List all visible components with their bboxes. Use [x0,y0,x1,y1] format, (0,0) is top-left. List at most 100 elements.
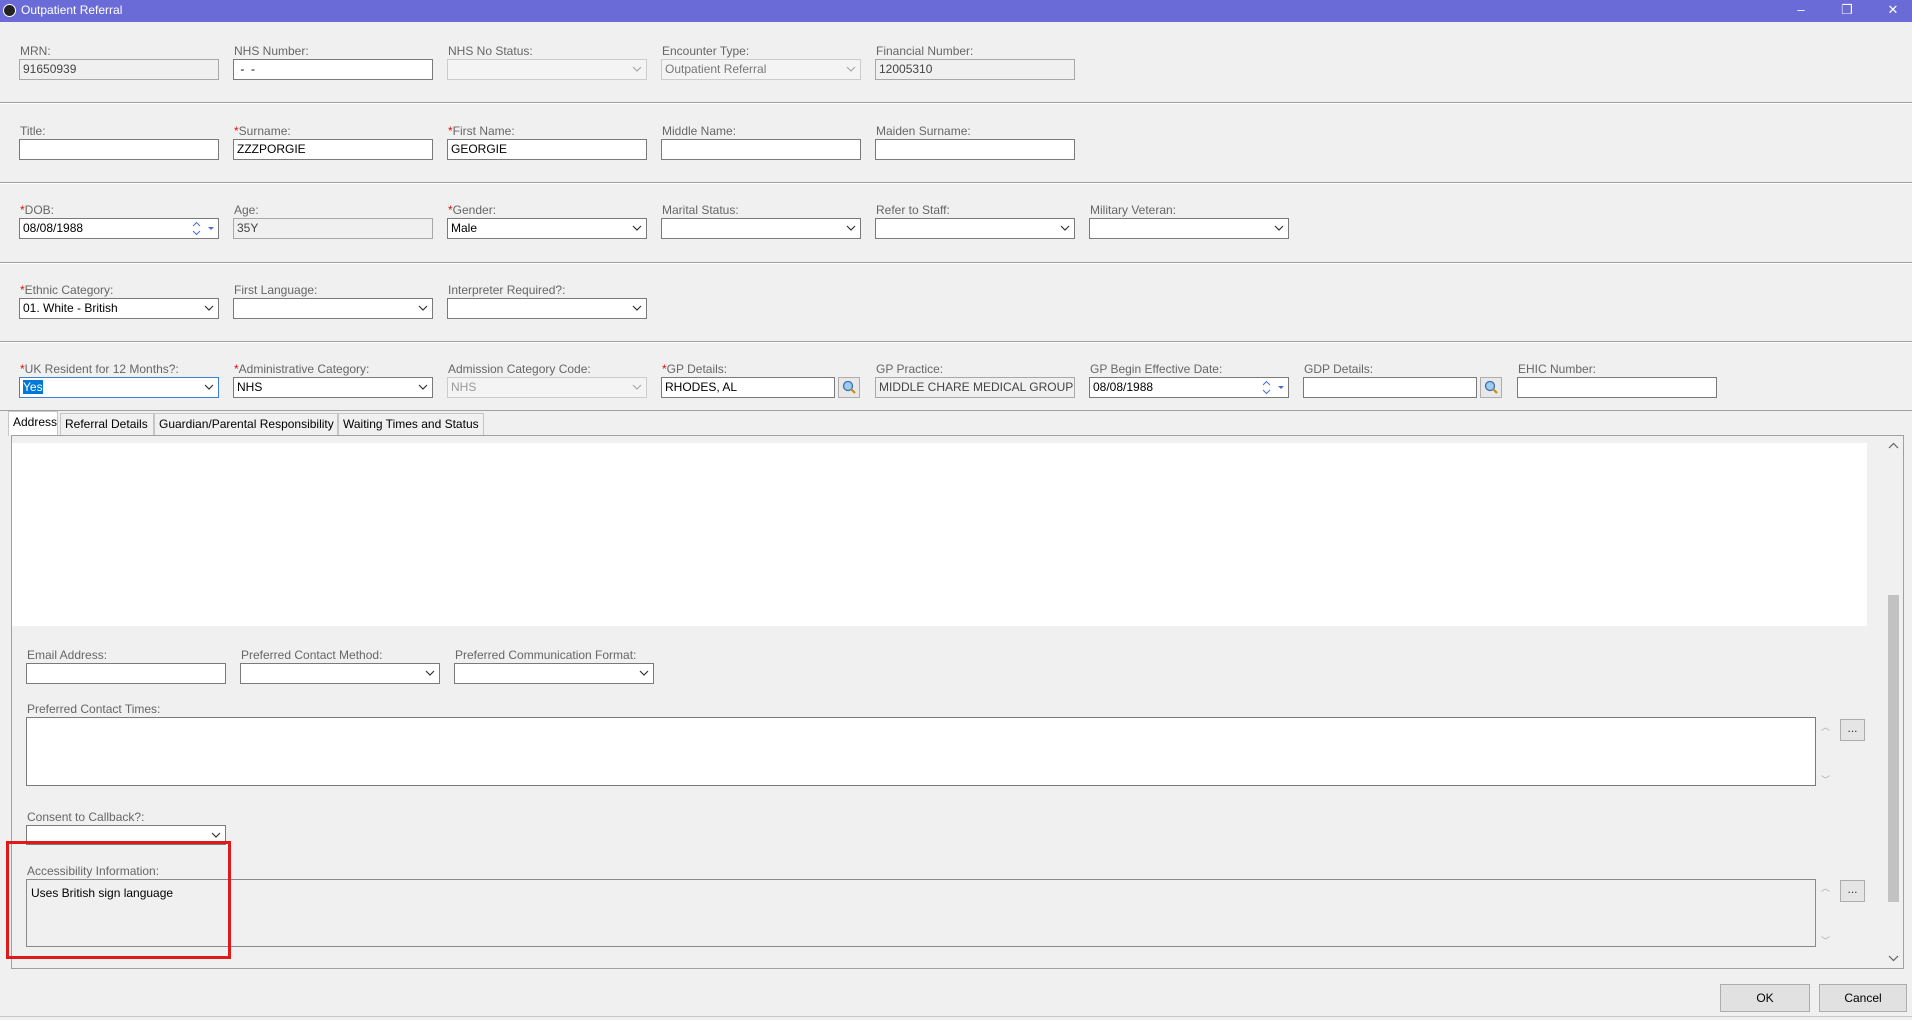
chevron-down-icon [845,221,857,235]
chevron-down-icon [210,828,222,842]
uk-resident-label: *UK Resident for 12 Months?: [20,362,179,376]
calendar-dropdown-icon[interactable] [1276,381,1286,393]
chevron-down-icon [631,380,643,394]
dob-date-picker[interactable]: 08/08/1988 [19,218,219,239]
email-field[interactable] [26,663,226,684]
first-language-select[interactable] [233,298,433,319]
consent-callback-label: Consent to Callback?: [27,810,145,824]
contact-method-select[interactable] [240,663,440,684]
first-name-field[interactable]: GEORGIE [447,139,647,160]
ehic-number-field[interactable] [1517,377,1717,398]
uk-resident-value: Yes [23,380,43,394]
uk-resident-select[interactable]: Yes [19,377,219,398]
ok-button[interactable]: OK [1720,984,1810,1012]
textarea-scroll-down-icon[interactable]: ﹀ [1821,773,1831,786]
maiden-surname-label: Maiden Surname: [876,124,971,138]
contact-times-expand-button[interactable]: ... [1840,719,1865,741]
contact-times-label: Preferred Contact Times: [27,702,161,716]
calendar-dropdown-icon[interactable] [206,222,216,234]
nhs-status-label: NHS No Status: [448,44,533,58]
nhs-number-field[interactable]: - - [233,59,433,80]
ethnic-category-select[interactable]: 01. White - British [19,298,219,319]
dob-value: 08/08/1988 [23,221,84,235]
admission-category-code-label: Admission Category Code: [448,362,591,376]
communication-format-label: Preferred Communication Format: [455,648,637,662]
accessibility-info-textarea[interactable]: Uses British sign language [26,879,1816,947]
tab-guardian[interactable]: Guardian/Parental Responsibility [154,413,338,435]
nhs-status-select [447,59,647,80]
contact-method-label: Preferred Contact Method: [241,648,383,662]
middle-name-field[interactable] [661,139,861,160]
surname-label: *Surname: [234,124,291,138]
status-divider [0,1016,1912,1017]
textarea-scroll-down-icon[interactable]: ﹀ [1821,934,1831,947]
divider [0,103,1912,104]
chevron-down-icon [417,301,429,315]
scroll-up-icon[interactable] [1888,441,1899,451]
marital-status-select[interactable] [661,218,861,239]
encounter-type-label: Encounter Type: [662,44,750,58]
gdp-details-label: GDP Details: [1304,362,1374,376]
scrollbar-thumb[interactable] [1888,595,1899,902]
chevron-down-icon [1273,221,1285,235]
app-icon [3,4,16,17]
communication-format-select[interactable] [454,663,654,684]
cancel-button[interactable]: Cancel [1819,984,1907,1012]
interpreter-required-select[interactable] [447,298,647,319]
financial-number-label: Financial Number: [876,44,974,58]
administrative-category-select[interactable]: NHS [233,377,433,398]
chevron-down-icon [417,380,429,394]
textarea-scroll-up-icon[interactable]: ︿ [1821,881,1831,894]
age-field[interactable]: 35Y [233,218,433,239]
gp-lookup-button[interactable] [838,377,860,398]
textarea-scroll-up-icon[interactable]: ︿ [1821,720,1831,733]
ethnic-category-label: *Ethnic Category: [20,283,113,297]
spinner-icon[interactable] [191,220,202,237]
close-button[interactable]: ✕ [1870,0,1912,22]
gp-details-label-text: GP Details: [666,362,728,376]
accessibility-expand-button[interactable]: ... [1840,880,1865,902]
title-field[interactable] [19,139,219,160]
highlight-box [6,841,231,959]
gp-begin-date-picker[interactable]: 08/08/1988 [1089,377,1289,398]
gender-label: *Gender: [448,203,496,217]
surname-field[interactable]: ZZZPORGIE [233,139,433,160]
maiden-surname-field[interactable] [875,139,1075,160]
tab-address[interactable]: Address [8,411,58,436]
military-veteran-select[interactable] [1089,218,1289,239]
financial-number-field[interactable]: 12005310 [875,59,1075,80]
first-name-label-text: First Name: [452,124,515,138]
gender-select[interactable]: Male [447,218,647,239]
divider [0,410,1912,411]
gender-value: Male [451,221,478,235]
minimize-button[interactable]: – [1778,0,1824,22]
surname-label-text: Surname: [238,124,291,138]
tab-referral-details[interactable]: Referral Details [60,413,154,435]
chevron-down-icon [424,666,436,680]
spinner-icon[interactable] [1261,379,1272,396]
vertical-scrollbar[interactable] [1885,437,1902,967]
chevron-down-icon [1059,221,1071,235]
chevron-down-icon [203,380,215,394]
tab-waiting-times[interactable]: Waiting Times and Status [338,413,484,435]
divider [0,263,1912,264]
contact-times-textarea[interactable] [26,717,1816,786]
nhs-number-label: NHS Number: [234,44,309,58]
scroll-down-icon[interactable] [1888,953,1899,963]
gp-begin-date-label: GP Begin Effective Date: [1090,362,1223,376]
address-content-area [12,443,1867,626]
mrn-field[interactable]: 91650939 [19,59,219,80]
gdp-details-field[interactable] [1303,377,1477,398]
dob-label-text: DOB: [24,203,55,217]
chevron-down-icon [631,62,643,76]
gp-practice-label: GP Practice: [876,362,944,376]
gp-details-field[interactable]: RHODES, AL [661,377,835,398]
gp-practice-field[interactable]: MIDDLE CHARE MEDICAL GROUP [875,377,1075,398]
mrn-label: MRN: [20,44,51,58]
title-bar: Outpatient Referral – ❐ ✕ [0,0,1912,22]
refer-to-staff-select[interactable] [875,218,1075,239]
restore-button[interactable]: ❐ [1824,0,1870,22]
gdp-lookup-button[interactable] [1480,377,1502,398]
divider [0,183,1912,184]
ethnic-category-label-text: Ethnic Category: [24,283,114,297]
